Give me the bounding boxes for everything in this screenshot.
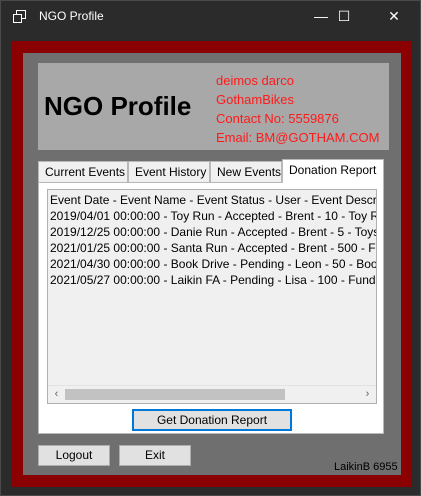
tab-current-events[interactable]: Current Events <box>38 161 128 182</box>
footer-user-label: LaikinB 6955 <box>334 461 398 473</box>
list-item[interactable]: 2021/01/25 00:00:00 - Santa Run - Accept… <box>50 240 376 256</box>
scrollbar-thumb[interactable] <box>65 389 285 400</box>
horizontal-scrollbar[interactable]: ‹ › <box>48 385 376 403</box>
window-title: NGO Profile <box>39 9 104 23</box>
tab-event-history[interactable]: Event History <box>128 161 210 182</box>
report-rows: Event Date - Event Name - Event Status -… <box>50 192 376 288</box>
user-name: deimos darco <box>216 73 295 88</box>
list-item[interactable]: 2021/04/30 00:00:00 - Book Drive - Pendi… <box>50 256 376 272</box>
email-address: Email: BM@GOTHAM.COM <box>216 130 380 145</box>
page-title: NGO Profile <box>44 91 192 121</box>
donation-report-list[interactable]: Event Date - Event Name - Event Status -… <box>47 189 377 404</box>
list-item[interactable]: 2019/12/25 00:00:00 - Danie Run - Accept… <box>50 224 376 240</box>
exit-button[interactable]: Exit <box>119 445 191 466</box>
scroll-left-icon[interactable]: ‹ <box>48 386 65 403</box>
organization-name: GothamBikes <box>216 92 295 107</box>
contact-number: Contact No: 5559876 <box>216 111 339 126</box>
get-donation-report-button[interactable]: Get Donation Report <box>132 409 292 431</box>
ngo-info: deimos darco GothamBikes Contact No: 555… <box>216 71 379 147</box>
tab-donation-report[interactable]: Donation Report <box>282 159 384 183</box>
donation-report-panel: Event Date - Event Name - Event Status -… <box>38 182 384 434</box>
list-item[interactable]: 2019/04/01 00:00:00 - Toy Run - Accepted… <box>50 208 376 224</box>
list-item[interactable]: Event Date - Event Name - Event Status -… <box>50 192 376 208</box>
close-button[interactable]: ✕ <box>371 1 417 31</box>
scroll-right-icon[interactable]: › <box>359 386 376 403</box>
title-bar: NGO Profile — ☐ ✕ <box>1 1 420 31</box>
logout-button[interactable]: Logout <box>38 445 110 466</box>
profile-header: NGO Profile deimos darco GothamBikes Con… <box>38 63 389 150</box>
list-item[interactable]: 2021/05/27 00:00:00 - Laikin FA - Pendin… <box>50 272 376 288</box>
tab-new-events[interactable]: New Events <box>210 161 282 182</box>
maximize-button[interactable]: ☐ <box>321 1 367 31</box>
app-window-icon <box>13 10 26 23</box>
app-window: NGO Profile — ☐ ✕ NGO Profile deimos dar… <box>0 0 421 496</box>
